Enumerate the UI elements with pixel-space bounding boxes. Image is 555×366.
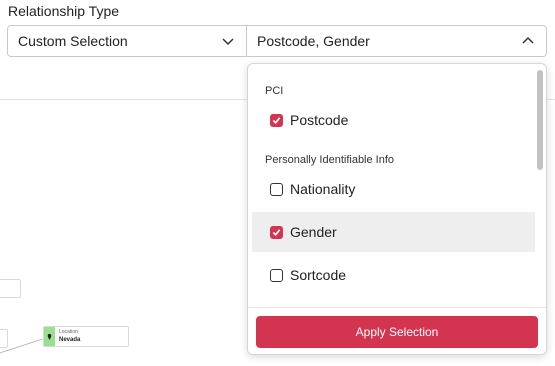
chevron-up-icon <box>520 33 536 49</box>
option-label: Sortcode <box>290 267 347 283</box>
relationship-mode-select[interactable]: Custom Selection <box>7 25 247 57</box>
graph-node[interactable] <box>0 329 8 348</box>
option-label: Postcode <box>290 112 349 128</box>
node-value-label: Nevada <box>59 337 81 343</box>
option-gender[interactable]: Gender <box>252 212 535 252</box>
checkbox-checked-icon[interactable] <box>270 225 283 239</box>
option-label: Nationality <box>290 181 356 197</box>
apply-selection-button[interactable]: Apply Selection <box>256 316 538 348</box>
location-node-icon <box>44 327 55 346</box>
chevron-down-icon <box>220 33 236 49</box>
relationship-type-label: Relationship Type <box>8 3 120 19</box>
relationship-values-value: Postcode, Gender <box>257 33 370 49</box>
group-header-pii: Personally Identifiable Info <box>265 154 395 166</box>
graph-node[interactable] <box>0 279 21 298</box>
group-header-pci: PCI <box>265 85 284 97</box>
node-type-label: Location <box>59 329 78 335</box>
option-postcode[interactable]: Postcode <box>252 100 535 140</box>
option-label: Gender <box>290 224 337 240</box>
relationship-values-dropdown: PCI Postcode Personally Identifiable Inf… <box>247 63 547 355</box>
option-nationality[interactable]: Nationality <box>252 169 535 209</box>
dropdown-footer: Apply Selection <box>248 307 546 354</box>
relationship-values-select[interactable]: Postcode, Gender <box>246 25 547 57</box>
graph-node-location[interactable]: Location Nevada <box>43 326 129 347</box>
checkbox-unchecked-icon[interactable] <box>270 268 283 282</box>
dropdown-scrollbar[interactable] <box>537 70 543 170</box>
relationship-mode-value: Custom Selection <box>18 33 128 49</box>
checkbox-checked-icon[interactable] <box>270 113 283 127</box>
checkbox-unchecked-icon[interactable] <box>270 182 283 196</box>
option-sortcode[interactable]: Sortcode <box>252 255 535 295</box>
